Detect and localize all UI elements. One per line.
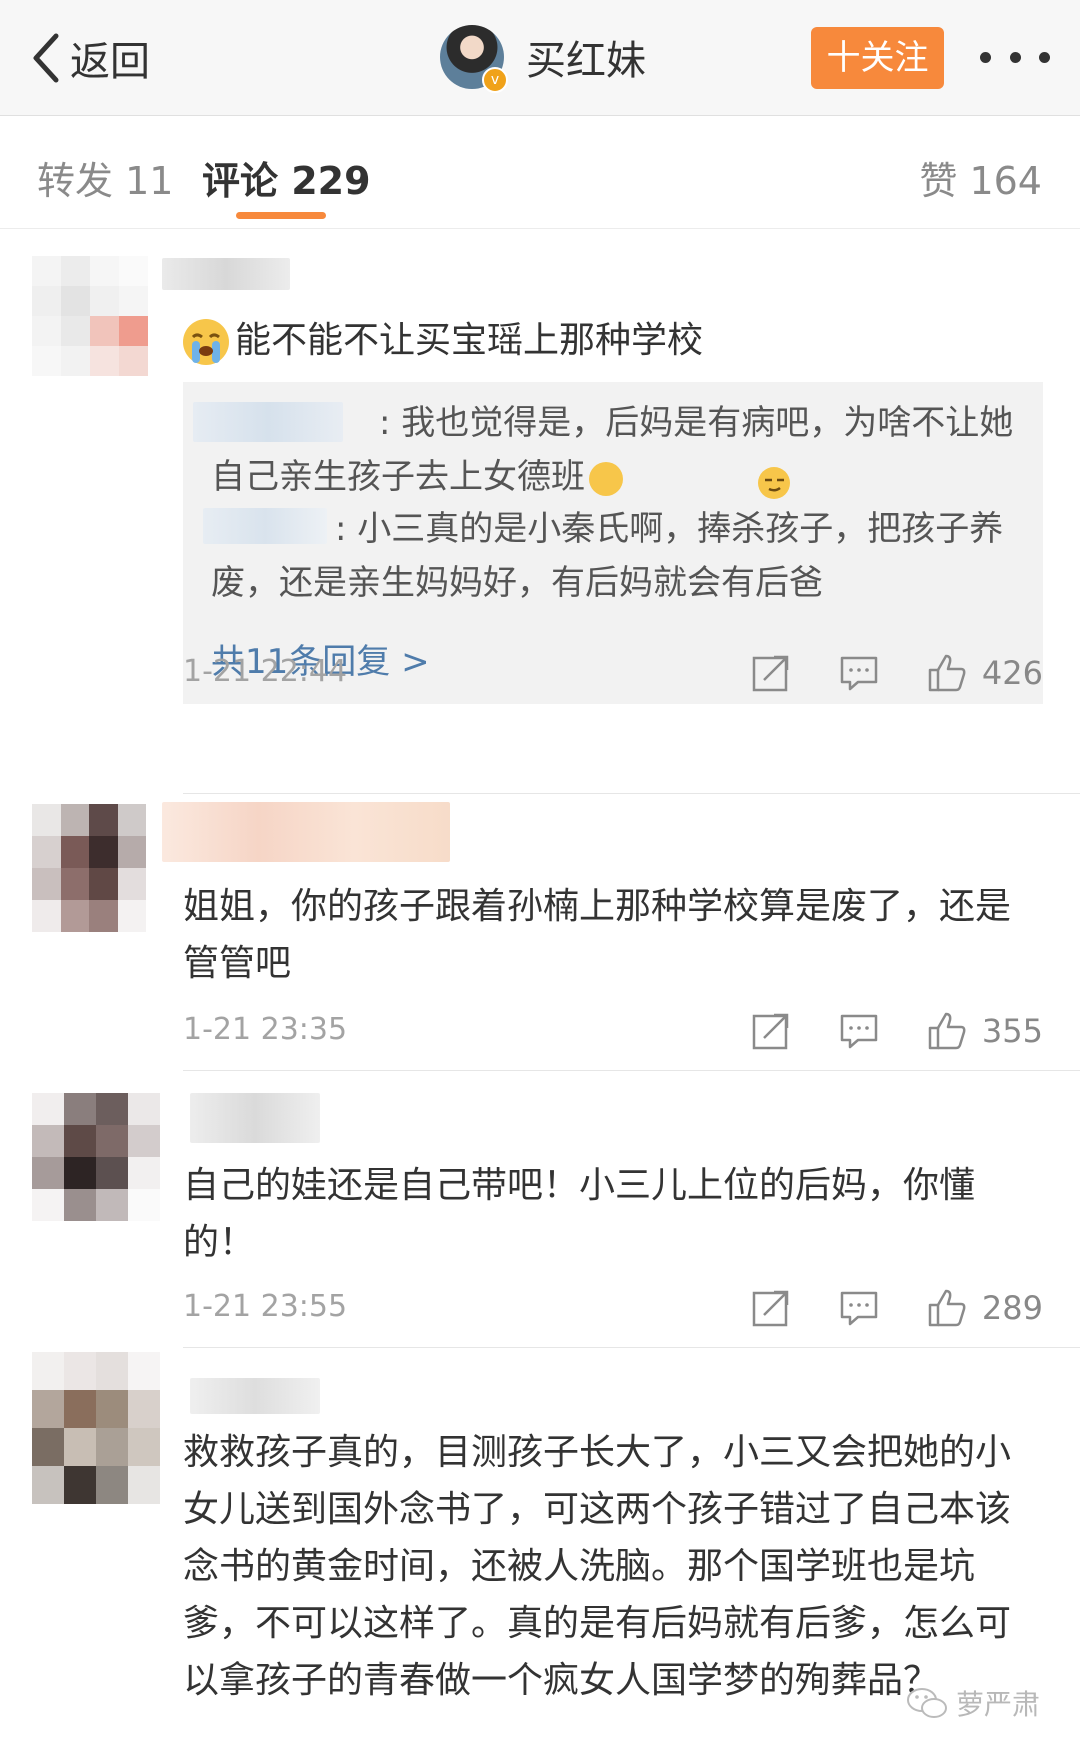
repost-button[interactable] [750,652,792,694]
comment-body: 能不能不让买宝瑶上那种学校 [235,320,704,361]
repost-button[interactable] [750,1010,792,1052]
comment-text: 姐姐，你的孩子跟着孙楠上那种学校算是废了，还是管管吧 [183,886,1012,984]
repost-button[interactable] [750,1287,792,1329]
comment-meta: 1-21 23:35 355 [183,1006,1043,1056]
comment-text: 能不能不让买宝瑶上那种学校 [183,312,1043,369]
thumbs-up-icon [928,1289,966,1327]
like-button[interactable]: 355 [926,1010,1043,1052]
comment-meta: 1-21 22:44 426 [183,648,1043,698]
avatar [32,804,146,932]
more-options-icon[interactable] [980,40,1050,74]
like-count: 426 [981,654,1043,692]
thumbs-up-icon [928,654,966,692]
avatar [32,1093,160,1221]
reply-button[interactable] [838,652,880,694]
tab-likes[interactable]: 赞 164 [919,150,1042,205]
like-count: 355 [981,1012,1043,1050]
chevron-left-icon [33,33,59,83]
comment-item: 姐姐，你的孩子跟着孙楠上那种学校算是废了，还是管管吧 1-21 23:35 35… [0,794,1080,1071]
username: 买红妹 [526,38,646,84]
follow-button[interactable]: 十关注 [811,27,944,89]
thumbs-up-icon [928,1012,966,1050]
comment-icon [840,1291,878,1326]
active-tab-indicator [236,212,326,219]
tab-reposts[interactable]: 转发 11 [37,150,173,205]
comment-actions: 355 [750,1006,1043,1056]
tab-bar: 转发 11 评论 229 赞 164 [0,116,1080,229]
watermark: 萝严肃 [906,1683,1040,1723]
back-label: 返回 [70,39,150,85]
comment-text: 救救孩子真的，目测孩子长大了，小三又会把她的小女儿送到国外念书了，可这两个孩子错… [183,1432,1012,1701]
username-redacted [190,1093,320,1143]
comment-icon [840,1014,878,1049]
comment-time: 1-21 22:44 [183,654,348,689]
share-icon [752,1290,789,1327]
avatar [32,256,148,376]
share-icon [752,655,789,692]
reply-button[interactable] [838,1010,880,1052]
reply-item: : 小三真的是小秦氏啊，捧杀孩子，把孩子养废，还是亲生妈妈好，有后妈就会有后爸 [211,502,1031,610]
comment-icon [840,656,878,691]
comment-text: 自己的娃还是自己带吧！小三儿上位的后妈，你懂的！ [183,1165,976,1263]
back-button[interactable]: 返回 [30,28,150,88]
reply-text: 小三真的是小秦氏啊，捧杀孩子，把孩子养废，还是亲生妈妈好，有后妈就会有后爸 [211,509,1004,603]
reply-button[interactable] [838,1287,880,1329]
watermark-text: 萝严肃 [956,1688,1041,1721]
user-profile-link[interactable]: v 买红妹 [440,24,646,93]
reply-separator: : [335,509,358,549]
like-button[interactable]: 426 [926,652,1043,694]
username-redacted [190,1378,320,1414]
top-navbar: 返回 v 买红妹 十关注 [0,0,1080,116]
comment-actions: 426 [750,648,1043,698]
verified-badge-icon: v [482,67,508,93]
crying-emoji-icon [183,319,229,365]
tab-comments[interactable]: 评论 229 [202,150,371,205]
comment-time: 1-21 23:55 [183,1289,348,1324]
reply-item: : 我也觉得是，后妈是有病吧，为啥不让她自己亲生孩子去上女德班 [211,396,1031,504]
comment-actions: 289 [750,1283,1043,1333]
comment-item: 能不能不让买宝瑶上那种学校 : 我也觉得是，后妈是有病吧，为啥不让她自己亲生孩子… [0,228,1080,794]
like-button[interactable]: 289 [926,1287,1043,1329]
comment-item: 自己的娃还是自己带吧！小三儿上位的后妈，你懂的！ 1-21 23:55 289 [0,1071,1080,1348]
like-count: 289 [981,1289,1043,1327]
share-icon [752,1013,789,1050]
smirk-emoji-icon [589,461,790,499]
reply-separator: : [379,403,402,443]
username-redacted [162,802,450,862]
username-redacted [162,258,290,290]
avatar: v [440,25,508,93]
comment-time: 1-21 23:35 [183,1012,348,1047]
avatar [32,1352,160,1504]
comment-meta: 1-21 23:55 289 [183,1283,1043,1333]
wechat-logo-icon [907,1688,947,1718]
